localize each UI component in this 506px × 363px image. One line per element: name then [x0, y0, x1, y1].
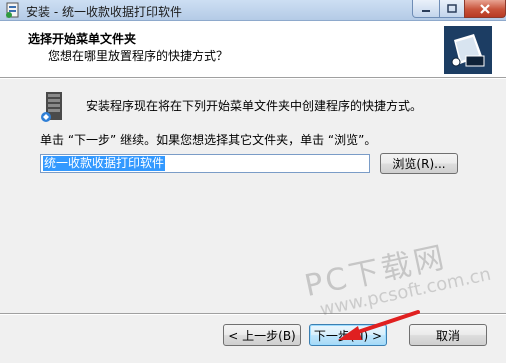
folder-input-value: 统一收款收据打印软件 [43, 156, 166, 171]
close-icon [480, 3, 490, 14]
intro-text: 安装程序现在将在下列开始菜单文件夹中创建程序的快捷方式。 [86, 99, 423, 113]
page-title: 选择开始菜单文件夹 [28, 32, 137, 46]
minimize-button[interactable] [412, 0, 440, 18]
start-menu-folder-input[interactable]: 统一收款收据打印软件 [40, 154, 370, 173]
instruction-text: 单击 “下一步” 继续。如果您想选择其它文件夹，单击 “浏览”。 [40, 133, 377, 147]
footer-divider-highlight [0, 314, 506, 315]
red-arrow-annotation [338, 310, 420, 340]
close-button[interactable] [464, 0, 506, 18]
setup-wizard-icon [444, 26, 492, 74]
minimize-icon [422, 9, 430, 12]
installer-app-icon [6, 2, 19, 18]
browse-button[interactable]: 浏览(R)... [380, 153, 458, 174]
wizard-header: 选择开始菜单文件夹 您想在哪里放置程序的快捷方式？ [0, 21, 506, 78]
start-menu-folder-icon [41, 92, 62, 122]
header-divider [0, 78, 506, 79]
window-title: 安装 - 统一收款收据打印软件 [26, 5, 182, 19]
page-subtitle: 您想在哪里放置程序的快捷方式？ [48, 49, 229, 63]
back-button[interactable]: < 上一步(B) [223, 324, 301, 346]
maximize-button[interactable] [439, 0, 465, 18]
title-bar[interactable]: 安装 - 统一收款收据打印软件 [0, 0, 506, 21]
maximize-icon [447, 4, 457, 13]
